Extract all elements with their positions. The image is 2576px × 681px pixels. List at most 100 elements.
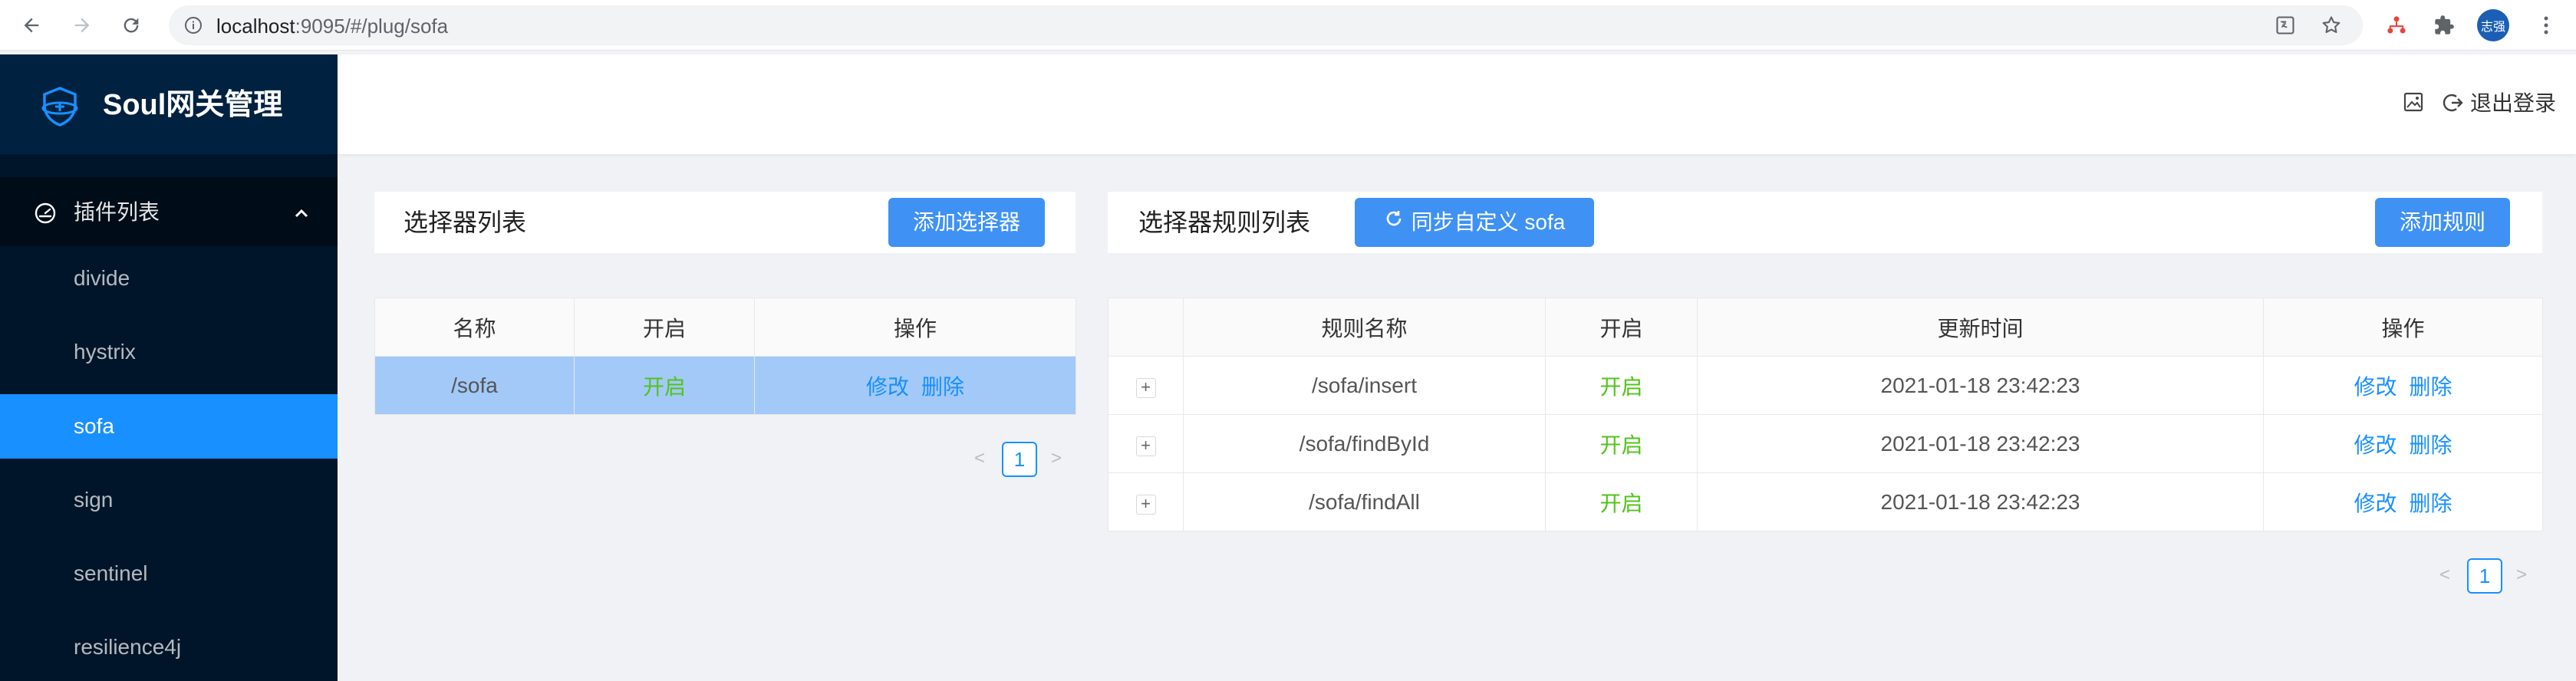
profile-avatar[interactable]: 志强 (2477, 9, 2509, 41)
next-page-icon[interactable]: > (2516, 564, 2527, 586)
column-header-updated: 更新时间 (1697, 298, 2264, 357)
table-header-row: 规则名称 开启 更新时间 操作 (1108, 298, 2543, 357)
sidebar-item-sentinel[interactable]: sentinel (0, 541, 338, 606)
expand-row-button[interactable]: + (1135, 494, 1156, 515)
column-header-actions: 操作 (754, 298, 1076, 357)
expand-cell: + (1108, 356, 1184, 415)
sidebar-item-hystrix[interactable]: hystrix (0, 320, 338, 384)
submenu-plugin-list[interactable]: 插件列表 (0, 177, 338, 246)
info-icon[interactable] (184, 16, 203, 35)
column-header-enabled: 开启 (1545, 298, 1698, 357)
sidebar-item-divide[interactable]: divide (0, 246, 338, 311)
column-header-expand (1108, 298, 1184, 357)
sidebar-item-label: sentinel (74, 561, 148, 585)
more-menu-icon[interactable] (2532, 11, 2561, 40)
rule-updated-cell: 2021-01-18 23:42:23 (1697, 356, 2264, 415)
url-path: :9095/#/plug/sofa (295, 15, 449, 38)
url-text: localhost:9095/#/plug/sofa (216, 16, 448, 36)
selector-table: 名称 开启 操作 /sofa 开启 修改 删除 (374, 298, 1076, 415)
forward-arrow-icon[interactable] (68, 11, 97, 40)
prev-page-icon[interactable]: < (974, 448, 985, 469)
page-number-button[interactable]: 1 (1002, 442, 1037, 477)
edit-link[interactable]: 修改 (2354, 375, 2396, 399)
translate-icon[interactable] (2271, 11, 2300, 40)
reload-icon[interactable] (117, 11, 146, 40)
image-export-icon[interactable] (2403, 91, 2426, 114)
table-header-row: 名称 开启 操作 (374, 298, 1076, 357)
delete-link[interactable]: 删除 (2410, 433, 2452, 457)
sidebar-item-label: divide (74, 266, 130, 290)
sidebar-item-sign[interactable]: sign (0, 468, 338, 532)
edit-link[interactable]: 修改 (2354, 492, 2396, 515)
logout-icon[interactable] (2441, 91, 2464, 114)
selector-list-bar: 选择器列表 添加选择器 (374, 192, 1076, 253)
rule-name-cell: /sofa/insert (1183, 356, 1546, 415)
column-header-name: 名称 (374, 298, 575, 357)
rule-name-cell: /sofa/findById (1183, 414, 1546, 473)
sidebar-item-sofa[interactable]: sofa (0, 394, 338, 459)
column-header-enabled: 开启 (574, 298, 755, 357)
add-selector-button[interactable]: 添加选择器 (888, 198, 1045, 247)
rule-updated-cell: 2021-01-18 23:42:23 (1697, 414, 2264, 473)
delete-link[interactable]: 删除 (921, 375, 964, 399)
edit-link[interactable]: 修改 (866, 375, 909, 399)
logo-area: Soul网关管理 (0, 54, 338, 154)
table-row[interactable]: /sofa 开启 修改 删除 (374, 356, 1076, 415)
delete-link[interactable]: 删除 (2410, 492, 2452, 515)
rule-enabled-cell: 开启 (1545, 472, 1698, 531)
rule-pagination: < 1 > (2439, 558, 2532, 594)
expand-cell: + (1108, 414, 1184, 473)
address-bar[interactable]: localhost:9095/#/plug/sofa (169, 5, 2363, 45)
sync-button-label: 同步自定义 sofa (1411, 210, 1566, 234)
rule-enabled-cell: 开启 (1545, 414, 1698, 473)
prev-page-icon[interactable]: < (2439, 564, 2450, 586)
page-number-button[interactable]: 1 (2467, 558, 2502, 594)
dashboard-icon (34, 202, 57, 225)
table-row: + /sofa/findById 开启 2021-01-18 23:42:23 … (1108, 414, 2543, 473)
url-host: localhost (216, 15, 295, 38)
selector-actions-cell: 修改 删除 (754, 356, 1076, 415)
column-header-actions: 操作 (2263, 298, 2543, 357)
browser-toolbar: localhost:9095/#/plug/sofa 志强 (0, 0, 2576, 51)
table-row: + /sofa/findAll 开启 2021-01-18 23:42:23 修… (1108, 472, 2543, 531)
selector-enabled-cell: 开启 (574, 356, 755, 415)
top-header: 退出登录 (338, 54, 2576, 154)
expand-cell: + (1108, 472, 1184, 531)
extension-puzzle-icon[interactable] (2429, 11, 2459, 40)
rule-actions-cell: 修改 删除 (2263, 356, 2543, 415)
soul-logo-icon (38, 85, 81, 128)
logout-link[interactable]: 退出登录 (2470, 91, 2556, 116)
rule-list-bar: 选择器规则列表 同步自定义 sofa 添加规则 (1108, 192, 2542, 253)
sync-icon (1384, 197, 1404, 246)
chevron-up-icon (293, 205, 310, 222)
add-rule-button[interactable]: 添加规则 (2375, 198, 2510, 247)
expand-row-button[interactable]: + (1135, 377, 1156, 398)
sidebar-item-label: hystrix (74, 340, 136, 364)
back-arrow-icon[interactable] (17, 11, 46, 40)
delete-link[interactable]: 删除 (2410, 375, 2452, 399)
table-row: + /sofa/insert 开启 2021-01-18 23:42:23 修改… (1108, 356, 2543, 415)
sidebar: Soul网关管理 插件列表 divide hystrix sofa sign s… (0, 54, 338, 681)
edit-link[interactable]: 修改 (2354, 433, 2396, 457)
sidebar-item-label: sofa (74, 414, 114, 438)
star-icon[interactable] (2317, 11, 2346, 40)
rule-actions-cell: 修改 删除 (2263, 472, 2543, 531)
app-title: Soul网关管理 (103, 89, 283, 121)
rule-enabled-cell: 开启 (1545, 356, 1698, 415)
rule-actions-cell: 修改 删除 (2263, 414, 2543, 473)
selector-pagination: < 1 > (974, 442, 1066, 477)
selector-name-cell: /sofa (374, 356, 575, 415)
sidebar-item-label: resilience4j (74, 635, 182, 659)
expand-row-button[interactable]: + (1135, 436, 1156, 456)
rule-name-cell: /sofa/findAll (1183, 472, 1546, 531)
column-header-rule-name: 规则名称 (1183, 298, 1546, 357)
extension-tree-icon[interactable] (2382, 11, 2411, 40)
next-page-icon[interactable]: > (1051, 448, 1062, 469)
submenu-label: 插件列表 (74, 200, 160, 224)
rule-table: 规则名称 开启 更新时间 操作 + /sofa/insert 开启 2021-0… (1108, 298, 2543, 531)
sync-sofa-button[interactable]: 同步自定义 sofa (1355, 198, 1594, 247)
sidebar-item-resilience4j[interactable]: resilience4j (0, 615, 338, 679)
selector-list-title: 选择器列表 (404, 209, 527, 236)
rule-updated-cell: 2021-01-18 23:42:23 (1697, 472, 2264, 531)
sidebar-item-label: sign (74, 488, 114, 512)
